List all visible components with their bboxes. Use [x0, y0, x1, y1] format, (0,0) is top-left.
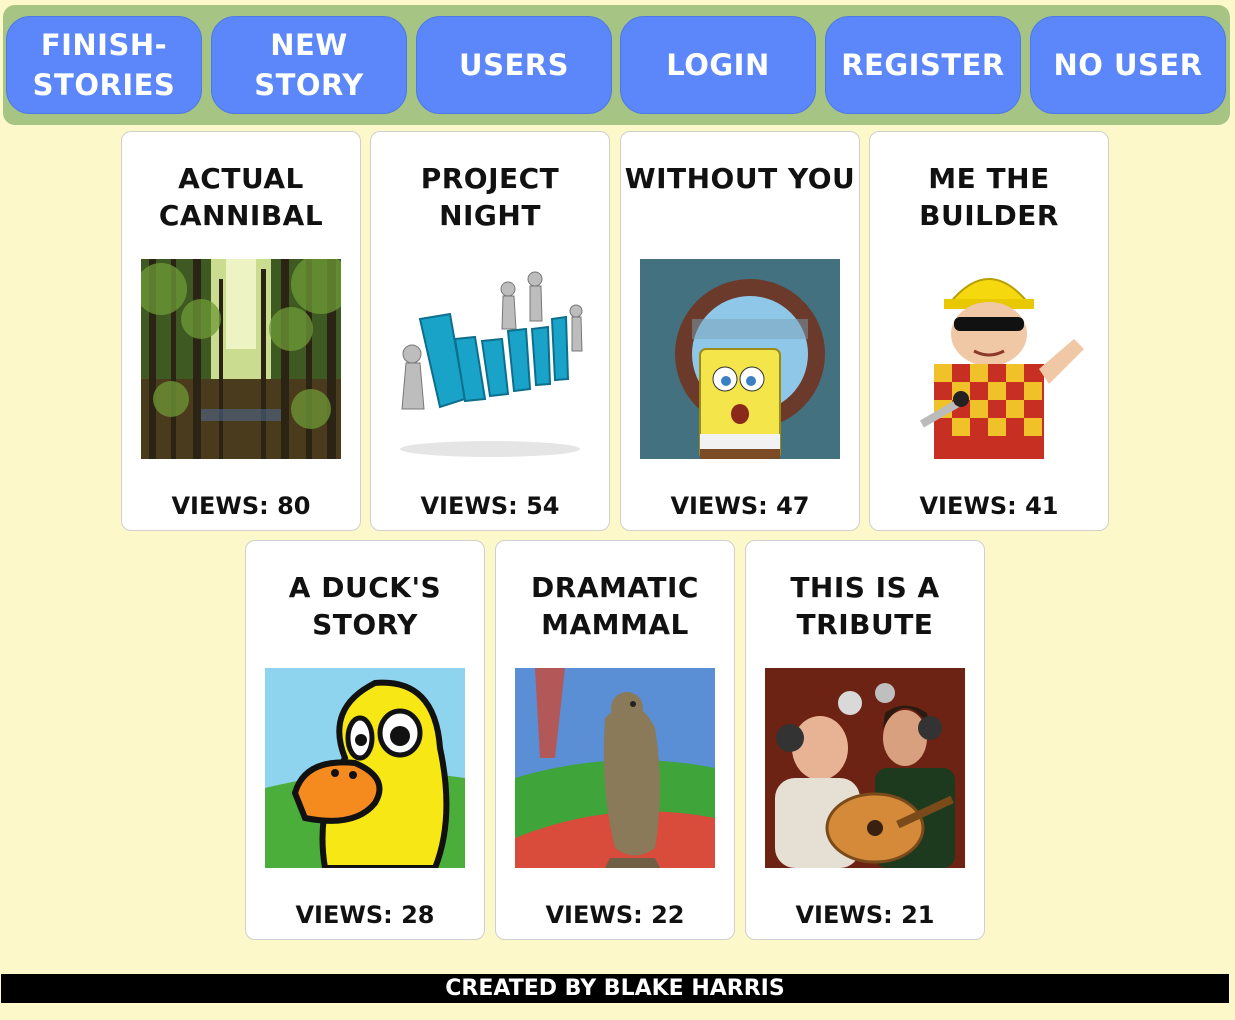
- story-card[interactable]: ME THE BUILDER VIEWS: 41: [869, 131, 1109, 531]
- finish-stories-button[interactable]: FINISH- STORIES: [6, 16, 202, 114]
- story-title: PROJECT NIGHT: [420, 162, 560, 232]
- login-button[interactable]: LOGIN: [620, 16, 816, 114]
- story-title: DRAMATIC MAMMAL: [531, 571, 699, 641]
- new-story-button[interactable]: NEW STORY: [211, 16, 407, 114]
- forest-image: [141, 259, 341, 459]
- footer-credit: CREATED BY BLAKE HARRIS: [1, 974, 1229, 1003]
- no-user-button[interactable]: NO USER: [1030, 16, 1226, 114]
- views-count: VIEWS: 54: [420, 492, 560, 520]
- story-card[interactable]: A DUCK'S STORY VIEWS: 28: [245, 540, 485, 940]
- story-title: ACTUAL CANNIBAL: [158, 162, 324, 232]
- spongebob-image: [640, 259, 840, 459]
- prairie-dog-image: [515, 668, 715, 868]
- views-count: VIEWS: 41: [919, 492, 1059, 520]
- story-title: ME THE BUILDER: [919, 162, 1059, 232]
- tenacious-d-image: [765, 668, 965, 868]
- views-count: VIEWS: 47: [670, 492, 810, 520]
- views-count: VIEWS: 28: [295, 901, 435, 929]
- register-button[interactable]: REGISTER: [825, 16, 1021, 114]
- story-card[interactable]: WITHOUT YOU VIEWS: 47: [620, 131, 860, 531]
- duck-image: [265, 668, 465, 868]
- story-title: A DUCK'S STORY: [288, 571, 442, 641]
- story-card[interactable]: ACTUAL CANNIBAL VIEWS: 80: [121, 131, 361, 531]
- users-button[interactable]: USERS: [416, 16, 612, 114]
- builder-image: [889, 259, 1089, 459]
- story-title: THIS IS A TRIBUTE: [790, 571, 940, 641]
- story-card[interactable]: PROJECT NIGHT VIEWS: 54: [370, 131, 610, 531]
- navbar: FINISH- STORIES NEW STORY USERS LOGIN RE…: [3, 5, 1230, 125]
- views-count: VIEWS: 21: [795, 901, 935, 929]
- views-count: VIEWS: 22: [545, 901, 685, 929]
- story-card[interactable]: DRAMATIC MAMMAL VIEWS: 22: [495, 540, 735, 940]
- project-image: [390, 259, 590, 459]
- story-title: WITHOUT YOU: [624, 162, 856, 195]
- views-count: VIEWS: 80: [171, 492, 311, 520]
- story-card[interactable]: THIS IS A TRIBUTE VIEWS: 21: [745, 540, 985, 940]
